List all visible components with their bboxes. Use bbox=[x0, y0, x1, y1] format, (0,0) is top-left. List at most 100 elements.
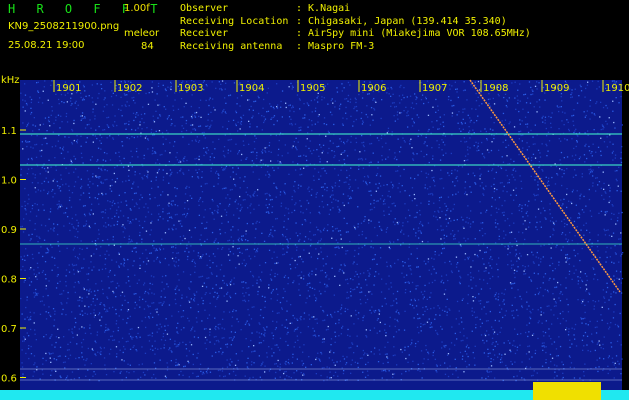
noise-speck bbox=[621, 211, 623, 214]
noise-speck bbox=[288, 173, 290, 175]
noise-speck bbox=[540, 311, 542, 313]
noise-speck bbox=[563, 169, 565, 172]
noise-speck bbox=[279, 301, 282, 304]
noise-speck bbox=[460, 317, 462, 319]
noise-speck bbox=[319, 230, 321, 232]
info-value: : K.Nagai bbox=[296, 3, 351, 14]
noise-speck bbox=[135, 116, 137, 118]
noise-speck bbox=[454, 185, 456, 187]
noise-speck bbox=[196, 136, 198, 138]
noise-speck bbox=[312, 175, 315, 177]
noise-speck bbox=[386, 356, 388, 358]
noise-speck bbox=[23, 281, 25, 283]
noise-speck bbox=[418, 332, 420, 334]
noise-speck bbox=[286, 228, 288, 230]
noise-speck bbox=[382, 369, 385, 372]
noise-speck bbox=[586, 288, 588, 290]
noise-speck bbox=[308, 356, 310, 358]
noise-speck bbox=[37, 81, 39, 83]
noise-speck bbox=[415, 216, 417, 218]
noise-speck bbox=[264, 335, 266, 337]
noise-speck bbox=[314, 334, 316, 336]
noise-speck bbox=[268, 150, 270, 153]
noise-speck bbox=[478, 89, 481, 91]
noise-speck bbox=[603, 141, 606, 143]
noise-speck bbox=[103, 347, 105, 349]
noise-speck bbox=[78, 377, 80, 379]
noise-speck bbox=[131, 97, 133, 99]
noise-speck bbox=[314, 99, 316, 101]
noise-speck bbox=[120, 109, 122, 111]
noise-speck bbox=[582, 335, 585, 337]
noise-speck bbox=[215, 170, 218, 172]
noise-speck bbox=[23, 337, 26, 339]
noise-speck bbox=[452, 208, 454, 210]
noise-speck bbox=[217, 177, 220, 179]
noise-speck bbox=[503, 299, 505, 301]
noise-speck bbox=[512, 189, 515, 191]
noise-speck bbox=[149, 334, 151, 336]
noise-speck bbox=[163, 288, 165, 290]
noise-speck bbox=[189, 288, 191, 290]
noise-speck bbox=[290, 377, 292, 379]
noise-speck bbox=[553, 341, 556, 343]
noise-speck bbox=[65, 377, 68, 379]
noise-speck bbox=[337, 375, 339, 377]
noise-speck bbox=[57, 328, 59, 330]
noise-speck bbox=[247, 194, 249, 196]
noise-speck bbox=[571, 239, 573, 242]
noise-speck bbox=[30, 101, 32, 104]
noise-speck bbox=[125, 122, 128, 125]
noise-speck bbox=[557, 174, 559, 176]
noise-speck bbox=[233, 82, 236, 84]
noise-speck bbox=[118, 315, 120, 317]
noise-speck bbox=[84, 332, 87, 334]
noise-speck bbox=[577, 135, 579, 137]
noise-speck bbox=[371, 306, 373, 308]
noise-speck bbox=[315, 300, 317, 302]
noise-speck bbox=[328, 278, 330, 280]
noise-speck bbox=[154, 353, 156, 355]
noise-speck bbox=[230, 337, 232, 339]
noise-speck bbox=[378, 309, 380, 311]
noise-speck bbox=[293, 330, 296, 332]
noise-speck bbox=[327, 130, 330, 132]
noise-speck bbox=[578, 216, 581, 219]
noise-speck bbox=[560, 249, 562, 251]
noise-speck bbox=[343, 272, 345, 274]
noise-speck bbox=[184, 250, 186, 253]
noise-speck bbox=[413, 153, 415, 156]
noise-speck bbox=[418, 116, 420, 119]
noise-speck bbox=[207, 125, 209, 127]
noise-speck bbox=[216, 210, 218, 213]
noise-speck bbox=[326, 161, 328, 163]
noise-speck bbox=[507, 340, 509, 342]
noise-speck bbox=[437, 305, 439, 307]
noise-speck bbox=[89, 214, 91, 216]
noise-speck bbox=[246, 366, 249, 368]
noise-speck bbox=[175, 361, 177, 364]
noise-speck bbox=[52, 352, 54, 354]
noise-speck bbox=[425, 344, 427, 347]
noise-speck bbox=[580, 90, 583, 92]
noise-speck bbox=[514, 352, 517, 355]
noise-speck bbox=[376, 173, 379, 175]
noise-speck bbox=[210, 170, 212, 172]
noise-speck bbox=[99, 352, 101, 354]
noise-speck bbox=[440, 252, 443, 254]
noise-speck bbox=[264, 306, 266, 308]
noise-speck bbox=[167, 116, 169, 118]
noise-speck bbox=[373, 202, 375, 204]
noise-speck bbox=[95, 129, 97, 131]
noise-speck bbox=[586, 157, 588, 160]
noise-speck bbox=[124, 227, 126, 230]
noise-speck bbox=[51, 256, 53, 258]
noise-speck bbox=[186, 159, 188, 162]
noise-speck bbox=[610, 322, 612, 324]
noise-speck bbox=[136, 147, 138, 150]
noise-speck bbox=[144, 220, 146, 223]
noise-speck bbox=[77, 258, 80, 260]
noise-speck bbox=[395, 170, 397, 172]
noise-speck bbox=[494, 222, 497, 224]
noise-speck bbox=[325, 172, 328, 174]
